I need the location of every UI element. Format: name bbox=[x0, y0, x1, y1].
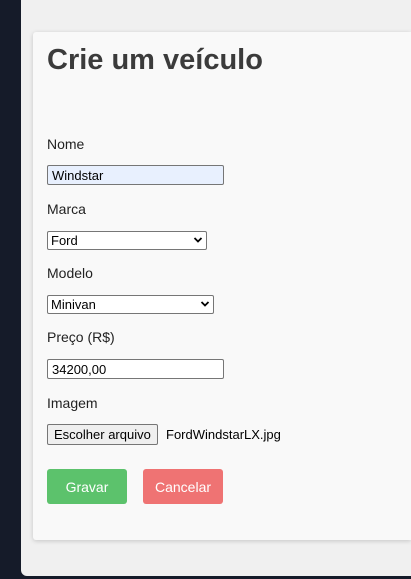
chevron-down-icon bbox=[193, 237, 203, 243]
save-button[interactable]: Gravar bbox=[47, 469, 127, 504]
name-label: Nome bbox=[47, 136, 85, 152]
model-label: Modelo bbox=[47, 265, 93, 281]
brand-label: Marca bbox=[47, 201, 86, 217]
brand-select[interactable]: Ford bbox=[47, 231, 207, 250]
page-title: Crie um veículo bbox=[47, 44, 263, 76]
cancel-button[interactable]: Cancelar bbox=[143, 469, 223, 504]
brand-select-value: Ford bbox=[51, 233, 78, 248]
choose-file-button[interactable]: Escolher arquivo bbox=[47, 424, 158, 445]
name-input[interactable] bbox=[47, 165, 224, 185]
chevron-down-icon bbox=[200, 301, 210, 307]
image-label: Imagem bbox=[47, 395, 98, 411]
form-card bbox=[33, 32, 411, 540]
file-name: FordWindstarLX.jpg bbox=[166, 427, 281, 442]
price-input[interactable] bbox=[47, 359, 224, 379]
model-select[interactable]: Minivan bbox=[47, 295, 214, 314]
price-label: Preço (R$) bbox=[47, 329, 115, 345]
model-select-value: Minivan bbox=[51, 297, 96, 312]
